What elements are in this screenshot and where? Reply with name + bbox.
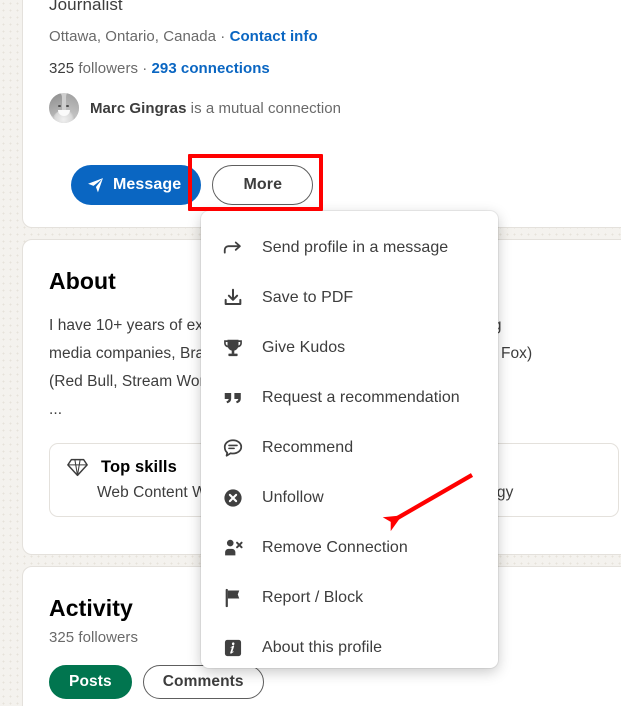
mutual-connection-name: Marc Gingras: [90, 99, 187, 117]
profile-card: Freelance Writing and Strategy Support S…: [22, 0, 621, 228]
menu-item-unfollow[interactable]: Unfollow: [201, 473, 498, 523]
stats-separator: ·: [142, 60, 152, 77]
message-button[interactable]: Message: [71, 165, 202, 205]
mutual-connection-avatar: [49, 93, 79, 123]
menu-item-give-kudos[interactable]: Give Kudos: [201, 323, 498, 373]
quote-icon: [220, 385, 246, 411]
mutual-connection-text: Marc Gingras is a mutual connection: [90, 100, 341, 117]
speech-bubble-icon: [220, 435, 246, 461]
profile-headline-line2: Journalist: [49, 0, 123, 14]
mutual-connection-suffix: is a mutual connection: [186, 99, 342, 117]
menu-item-label: Unfollow: [262, 489, 324, 506]
menu-item-label: About this profile: [262, 639, 383, 656]
info-square-icon: [220, 635, 246, 661]
flag-icon: [220, 585, 246, 611]
trophy-icon: [220, 335, 246, 361]
menu-item-label: Recommend: [262, 439, 354, 456]
followers-count: 325: [49, 60, 75, 77]
profile-stats-row: 325 followers · 293 connections: [49, 58, 270, 80]
contact-info-link[interactable]: Contact info: [230, 28, 318, 45]
menu-item-request-recommendation[interactable]: Request a recommendation: [201, 373, 498, 423]
activity-followers-count: 325 followers: [49, 629, 139, 646]
person-remove-icon: [220, 535, 246, 561]
tab-posts[interactable]: Posts: [49, 665, 132, 699]
connections-link[interactable]: 293 connections: [152, 60, 270, 77]
menu-item-label: Request a recommendation: [262, 389, 460, 406]
diamond-icon: [67, 457, 88, 478]
menu-item-label: Give Kudos: [262, 339, 346, 356]
download-icon: [220, 285, 246, 311]
profile-location-row: Ottawa, Ontario, Canada · Contact info: [49, 26, 318, 48]
menu-item-save-to-pdf[interactable]: Save to PDF: [201, 273, 498, 323]
about-section-title: About: [49, 268, 116, 294]
more-actions-dropdown: Send profile in a message Save to PDF Gi…: [201, 211, 498, 668]
forward-arrow-icon: [220, 235, 246, 261]
location-separator: ·: [216, 28, 230, 45]
menu-item-label: Remove Connection: [262, 539, 408, 556]
more-button[interactable]: More: [212, 165, 314, 205]
profile-action-buttons: Message More: [71, 165, 314, 205]
top-skills-title: Top skills: [101, 458, 177, 476]
menu-item-report-block[interactable]: Report / Block: [201, 573, 498, 623]
menu-item-remove-connection[interactable]: Remove Connection: [201, 523, 498, 573]
menu-item-label: Save to PDF: [262, 289, 354, 306]
menu-item-label: Send profile in a message: [262, 239, 449, 256]
menu-item-send-profile[interactable]: Send profile in a message: [201, 223, 498, 273]
profile-location: Ottawa, Ontario, Canada: [49, 28, 217, 45]
activity-section-title: Activity: [49, 595, 133, 621]
menu-item-about-this-profile[interactable]: About this profile: [201, 623, 498, 673]
menu-item-label: Report / Block: [262, 589, 364, 606]
mutual-connection-row[interactable]: Marc Gingras is a mutual connection: [49, 93, 341, 123]
message-button-label: Message: [113, 176, 182, 193]
x-circle-icon: [220, 485, 246, 511]
menu-item-recommend[interactable]: Recommend: [201, 423, 498, 473]
top-skills-header: Top skills: [67, 457, 177, 478]
send-icon: [87, 177, 104, 194]
followers-label: followers: [74, 60, 143, 77]
